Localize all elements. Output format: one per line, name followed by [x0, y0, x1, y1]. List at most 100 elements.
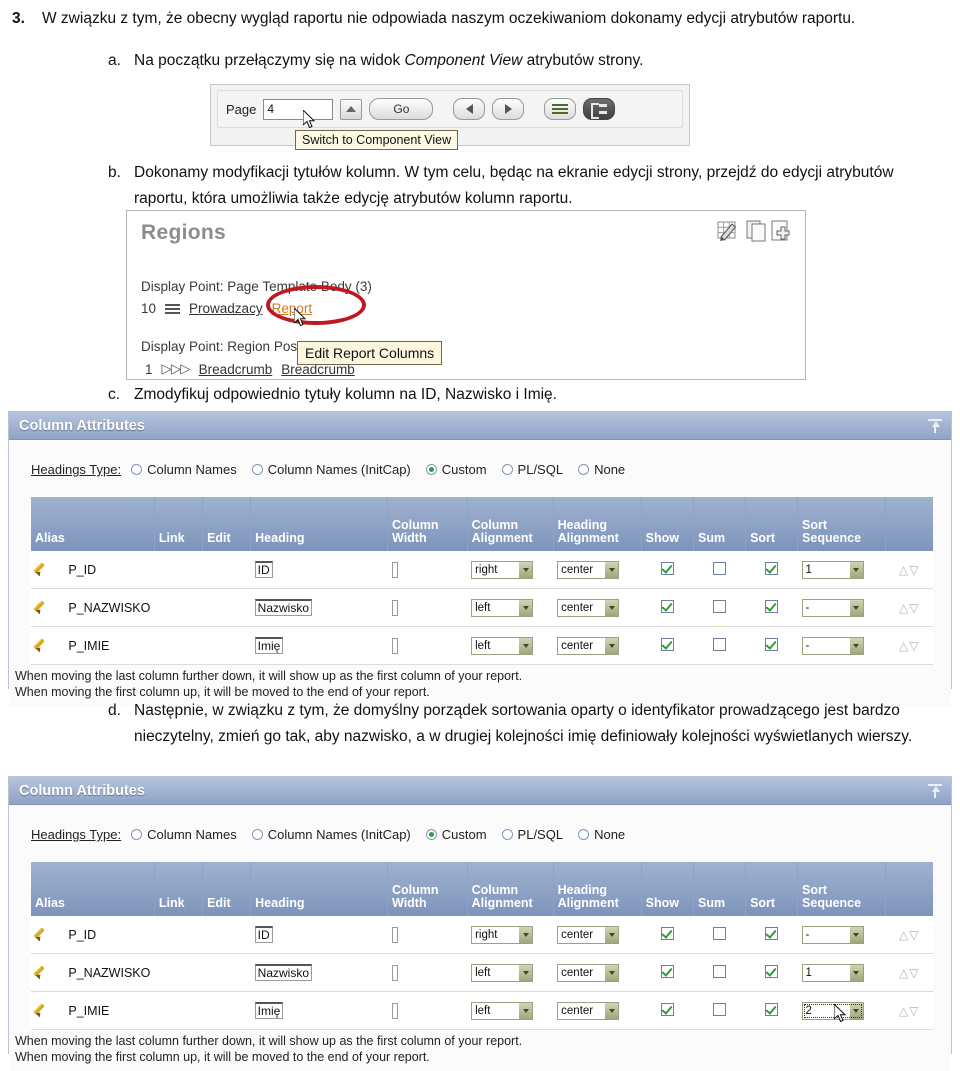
panel-1-radio-none[interactable]: None	[578, 462, 625, 477]
panel-1-row-0-column-width-input[interactable]	[391, 561, 398, 578]
chevron-down-icon[interactable]	[519, 637, 533, 654]
panel-1-row-0-heading-input[interactable]: ID	[254, 560, 273, 578]
page-number-input[interactable]: 4	[263, 98, 334, 120]
pencil-icon[interactable]	[33, 599, 50, 615]
panel-1-row-1-heading-alignment-select[interactable]: center	[557, 598, 620, 617]
panel-2-row-0-edit-icon[interactable]	[31, 916, 65, 954]
next-page-icon[interactable]	[492, 98, 525, 120]
panel-2-row-0-column-alignment-select[interactable]: right	[471, 925, 534, 944]
chevron-down-icon[interactable]	[605, 1002, 619, 1019]
chevron-down-icon[interactable]	[519, 1002, 533, 1019]
chevron-down-icon[interactable]	[605, 599, 619, 616]
panel-2-row-2-sum-checkbox[interactable]	[713, 1002, 727, 1016]
panel-1-row-2-edit-icon[interactable]	[31, 626, 65, 665]
panel-2-row-1-sort-checkbox[interactable]	[765, 964, 779, 978]
panel-1-radio-column-names[interactable]: Column Names	[131, 462, 237, 477]
pencil-icon[interactable]	[33, 964, 50, 980]
panel-2-row-1-heading-input[interactable]: Nazwisko	[254, 963, 313, 981]
panel-2-row-0-column-width-input[interactable]	[391, 926, 398, 943]
panel-1-row-1-show-checkbox[interactable]	[660, 599, 674, 613]
panel-1-row-0-sort-sequence-select[interactable]: 1	[801, 560, 864, 579]
chevron-down-icon[interactable]	[849, 561, 863, 578]
panel-1-row-1-edit-icon[interactable]	[31, 588, 65, 627]
panel-2-radio-column-names[interactable]: Column Names	[131, 827, 237, 842]
collapse-up-icon[interactable]	[927, 418, 943, 434]
panel-1-row-2-heading-input[interactable]: Imię	[254, 636, 284, 654]
panel-1-row-2-heading-alignment-select[interactable]: center	[557, 636, 620, 655]
panel-2-row-0-heading-alignment-select[interactable]: center	[557, 925, 620, 944]
panel-2-row-1-sum-checkbox[interactable]	[713, 964, 727, 978]
panel-1-row-0-reorder[interactable]: △▽	[885, 551, 933, 589]
chevron-down-icon[interactable]	[849, 599, 863, 616]
panel-2-row-2-sort-checkbox[interactable]	[765, 1002, 779, 1016]
pencil-icon[interactable]	[33, 561, 50, 577]
panel-2-row-0-show-checkbox[interactable]	[660, 926, 674, 940]
panel-2-row-2-heading-alignment-select[interactable]: center	[557, 1001, 620, 1020]
panel-2-row-2-column-width-input[interactable]	[391, 1002, 398, 1019]
panel-2-row-1-column-width-input[interactable]	[391, 964, 398, 981]
chevron-down-icon[interactable]	[605, 637, 619, 654]
chevron-down-icon[interactable]	[849, 964, 863, 981]
panel-1-row-2-sort-checkbox[interactable]	[765, 637, 779, 651]
panel-1-row-2-reorder[interactable]: △▽	[885, 626, 933, 665]
panel-2-row-2-edit-icon[interactable]	[31, 991, 65, 1030]
panel-1-row-1-heading-input[interactable]: Nazwisko	[254, 598, 313, 616]
panel-2-row-2-sort-sequence-select[interactable]: 2	[801, 1001, 864, 1020]
pencil-icon[interactable]	[33, 926, 50, 942]
chevron-down-icon[interactable]	[519, 561, 533, 578]
panel-2-row-0-heading-input[interactable]: ID	[254, 925, 273, 943]
panel-2-row-1-show-checkbox[interactable]	[660, 964, 674, 978]
collapse-up-icon[interactable]	[927, 783, 943, 799]
panel-2-row-2-column-alignment-select[interactable]: left	[471, 1001, 534, 1020]
panel-1-row-2-sort-sequence-select[interactable]: -	[801, 636, 864, 655]
panel-2-row-2-heading-input[interactable]: Imię	[254, 1001, 284, 1019]
tree-view-icon[interactable]	[544, 98, 577, 120]
chevron-down-icon[interactable]	[519, 599, 533, 616]
panel-2-row-1-column-alignment-select[interactable]: left	[471, 963, 534, 982]
copy-icon[interactable]	[746, 219, 768, 243]
panel-2-row-1-heading-alignment-select[interactable]: center	[557, 963, 620, 982]
add-icon[interactable]	[771, 219, 795, 243]
panel-2-row-0-reorder[interactable]: △▽	[885, 916, 933, 954]
panel-1-row-2-column-width-input[interactable]	[391, 637, 398, 654]
region-row-1-name[interactable]: Prowadzacy	[189, 301, 263, 316]
panel-1-row-0-sort-checkbox[interactable]	[765, 561, 779, 575]
panel-2-row-0-sort-sequence-select[interactable]: -	[801, 925, 864, 944]
component-view-icon[interactable]	[583, 98, 616, 120]
panel-2-row-1-reorder[interactable]: △▽	[885, 953, 933, 992]
panel-1-row-0-show-checkbox[interactable]	[660, 561, 674, 575]
panel-1-row-1-sort-sequence-select[interactable]: -	[801, 598, 864, 617]
panel-1-row-2-column-alignment-select[interactable]: left	[471, 636, 534, 655]
panel-1-radio-custom[interactable]: Custom	[425, 462, 487, 477]
chevron-down-icon[interactable]	[519, 926, 533, 943]
panel-2-row-2-reorder[interactable]: △▽	[885, 991, 933, 1030]
panel-1-row-0-sum-checkbox[interactable]	[713, 561, 727, 575]
region-row-2-name[interactable]: Breadcrumb	[199, 362, 273, 377]
panel-1-row-1-sum-checkbox[interactable]	[713, 599, 727, 613]
chevron-down-icon[interactable]	[605, 926, 619, 943]
panel-1-row-1-reorder[interactable]: △▽	[885, 588, 933, 627]
panel-2-radio-custom[interactable]: Custom	[425, 827, 487, 842]
panel-1-row-1-sort-checkbox[interactable]	[765, 599, 779, 613]
panel-2-row-1-sort-sequence-select[interactable]: 1	[801, 963, 864, 982]
chevron-down-icon[interactable]	[519, 964, 533, 981]
panel-1-row-2-show-checkbox[interactable]	[660, 637, 674, 651]
panel-2-row-0-sort-checkbox[interactable]	[765, 926, 779, 940]
panel-1-row-0-heading-alignment-select[interactable]: center	[557, 560, 620, 579]
pencil-icon[interactable]	[33, 637, 50, 653]
edit-grid-icon[interactable]	[717, 219, 743, 243]
go-button[interactable]: Go	[369, 98, 434, 120]
panel-1-row-0-edit-icon[interactable]	[31, 551, 65, 589]
panel-1-row-0-column-alignment-select[interactable]: right	[471, 560, 534, 579]
spinner-up-icon[interactable]	[340, 98, 363, 120]
panel-1-row-2-sum-checkbox[interactable]	[713, 637, 727, 651]
pencil-icon[interactable]	[33, 1002, 50, 1018]
chevron-down-icon[interactable]	[849, 1002, 863, 1019]
panel-1-row-1-column-width-input[interactable]	[391, 599, 398, 616]
panel-2-radio-plsql[interactable]: PL/SQL	[501, 827, 563, 842]
previous-page-icon[interactable]	[453, 98, 486, 120]
panel-2-radio-none[interactable]: None	[578, 827, 625, 842]
panel-1-radio-column-names-initcap[interactable]: Column Names (InitCap)	[251, 462, 411, 477]
panel-2-row-2-show-checkbox[interactable]	[660, 1002, 674, 1016]
chevron-down-icon[interactable]	[605, 561, 619, 578]
